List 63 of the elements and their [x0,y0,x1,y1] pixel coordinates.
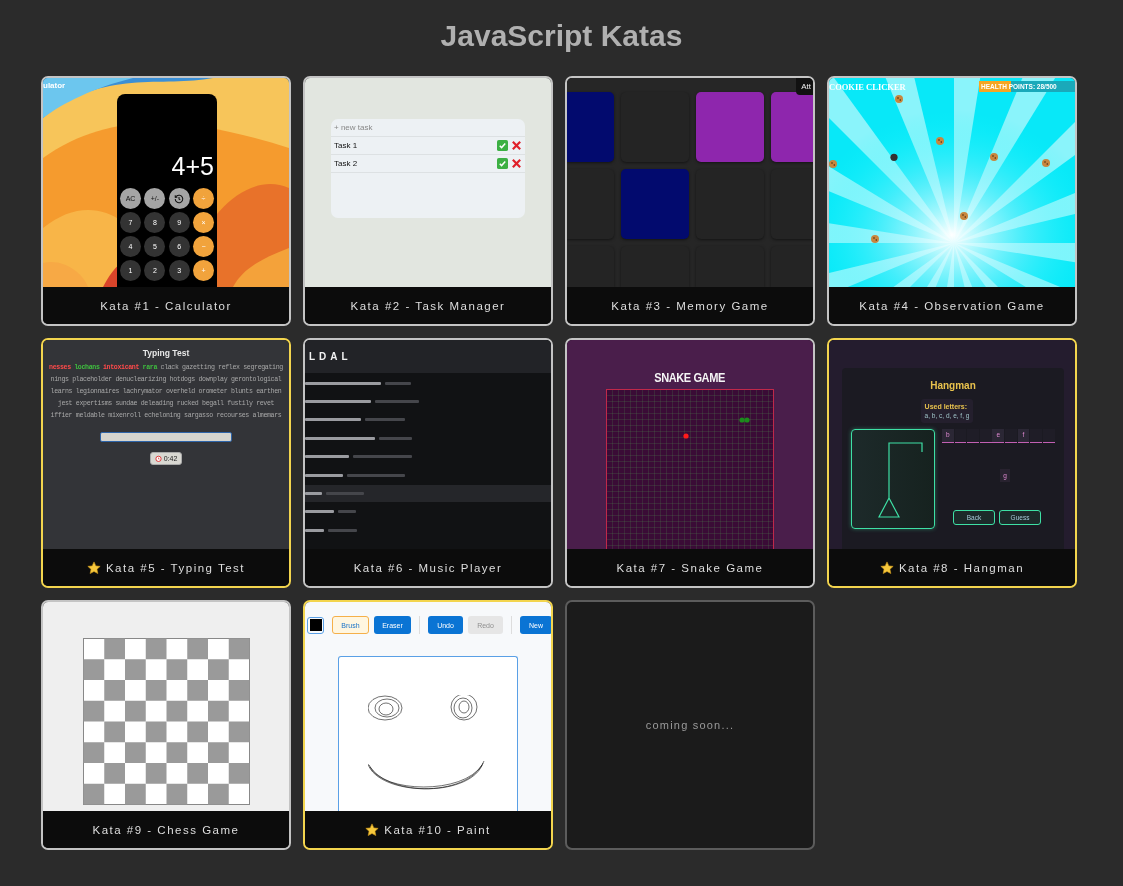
card-title: Kata #8 - Hangman [898,561,1025,574]
cookie-icon[interactable] [871,235,879,243]
kata-card[interactable]: + new task Task 1 Task 2 Kata #2 - Task Manager [303,76,553,326]
kata-card[interactable]: SNAKE GAME Kata #7 - Snake Game [565,338,815,588]
card-title: Kata #10 - Paint [384,823,491,836]
close-icon[interactable] [511,140,522,151]
track-row[interactable] [305,485,551,502]
star-icon [879,560,894,575]
task-name: Task 2 [334,159,359,168]
memory-tile[interactable] [771,169,813,239]
card-title: Kata #4 - Observation Game [859,299,1045,312]
memory-tile[interactable] [771,92,813,162]
task-name: Task 1 [334,141,359,150]
cookie-icon[interactable] [936,137,944,145]
kata-card[interactable] [41,338,291,588]
kata-card[interactable]: LDAL Kata #6 - Music Player [303,338,553,588]
cookie-icon[interactable] [990,153,998,161]
memory-tile[interactable] [696,246,764,287]
game-title: COOKIE CLICKER [829,82,906,92]
cookie-icon[interactable] [829,160,837,168]
memory-tile[interactable] [567,246,614,287]
cookie-icon[interactable] [960,212,968,220]
kata-card[interactable]: Att Kata #3 - Memory Game [565,76,815,326]
card-title: Kata #3 - Memory Game [611,299,769,312]
game-title: Hangman [930,380,976,391]
card-title: Kata #2 - Task Manager [350,299,506,312]
food-dot [683,433,689,439]
coming-soon-text: coming soon... [645,719,735,731]
star-icon [86,560,101,575]
memory-tile[interactable] [567,169,614,239]
player-header: LDAL [305,340,551,373]
memory-tile[interactable] [567,92,614,162]
snake-drawing [739,417,750,423]
typing-title: Typing Test [142,348,190,358]
card-title: Kata #9 - Chess Game [92,823,240,836]
attempts-badge: Att [796,78,813,95]
color-picker[interactable] [307,616,324,634]
cookie-icon[interactable] [895,95,903,103]
window-title: ulator [43,81,66,90]
card-title: Kata #1 - Calculator [100,299,232,312]
close-icon[interactable] [511,158,522,169]
alarm-clock-icon [154,455,162,462]
cookie-icon[interactable] [1042,159,1050,167]
kata-card[interactable]: Kata #9 - Chess Game [41,600,291,850]
history-icon [174,193,185,204]
check-icon[interactable] [497,158,508,169]
card-title: Kata #5 - Typing Test [105,561,246,574]
star-icon [365,822,380,837]
calculator-display: 4+5 [171,152,214,180]
memory-tile[interactable] [621,169,689,239]
memory-tile[interactable] [771,246,813,287]
bomb-icon[interactable] [890,153,898,161]
new-task-field[interactable]: + new task [331,119,525,137]
card-title: Kata #6 - Music Player [353,561,503,574]
typing-field[interactable] [100,432,232,442]
check-icon[interactable] [497,140,508,151]
calculator-key[interactable] [168,188,190,209]
memory-tile[interactable] [621,246,689,287]
game-title: SNAKE GAME [654,370,726,386]
drawing-canvas[interactable] [338,656,518,811]
memory-tile[interactable] [696,92,764,162]
card-title: Kata #7 - Snake Game [616,561,764,574]
page-title: JavaScript Katas [440,18,683,54]
